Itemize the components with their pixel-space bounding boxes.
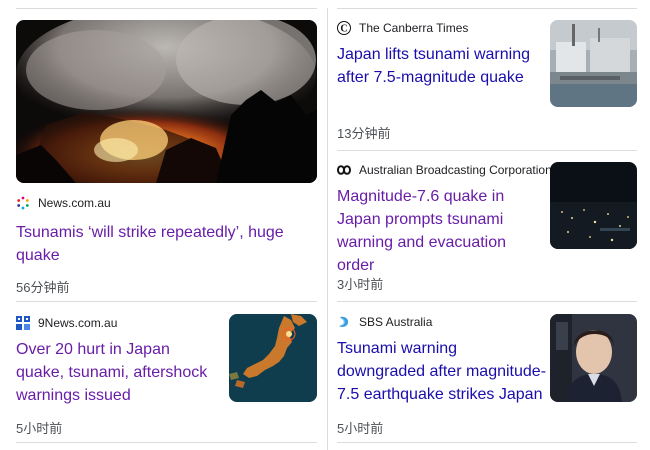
timestamp: 56分钟前 [16, 280, 70, 295]
column-divider [327, 8, 328, 450]
news-card-newscomau[interactable]: News.com.au Tsunamis ‘will strike repeat… [16, 20, 317, 296]
timestamp: 13分钟前 [337, 126, 391, 141]
timestamp: 5小时前 [337, 421, 384, 436]
source-row: News.com.au [16, 194, 317, 212]
headline-link[interactable]: Tsunami warning downgraded after magnitu… [337, 337, 547, 406]
card-divider [337, 442, 637, 443]
card-divider [16, 301, 317, 302]
card-divider [16, 442, 317, 443]
headline-link[interactable]: Japan lifts tsunami warning after 7.5-ma… [337, 43, 537, 89]
headline-link[interactable]: Magnitude-7.6 quake in Japan prompts tsu… [337, 185, 542, 277]
japan-map-thumbnail[interactable] [229, 314, 317, 402]
sbs-logo-icon [337, 315, 351, 329]
dotted-circle-icon [16, 196, 30, 210]
power-plant-thumbnail[interactable] [550, 20, 637, 107]
source-name: Australian Broadcasting Corporation [359, 163, 552, 177]
fire-thumbnail[interactable] [16, 20, 317, 183]
headline-link[interactable]: Over 20 hurt in Japan quake, tsunami, af… [16, 338, 221, 407]
source-name: News.com.au [38, 196, 111, 210]
source-name: SBS Australia [359, 315, 433, 329]
card-divider [337, 150, 637, 151]
svg-text:C: C [340, 24, 347, 35]
night-city-thumbnail[interactable] [550, 162, 637, 249]
abc-logo-icon [337, 163, 351, 177]
source-name: The Canberra Times [359, 21, 469, 35]
top-divider-left [16, 8, 317, 9]
9news-logo-icon [16, 316, 30, 330]
top-divider-right [337, 8, 637, 9]
headline-link[interactable]: Tsunamis ‘will strike repeatedly’, huge … [16, 221, 306, 267]
timestamp: 5小时前 [16, 421, 63, 436]
politician-photo-thumbnail[interactable] [550, 314, 637, 402]
card-divider [337, 301, 637, 302]
canberra-times-logo-icon: C [337, 21, 351, 35]
source-name: 9News.com.au [38, 316, 118, 330]
timestamp: 3小时前 [337, 277, 384, 292]
